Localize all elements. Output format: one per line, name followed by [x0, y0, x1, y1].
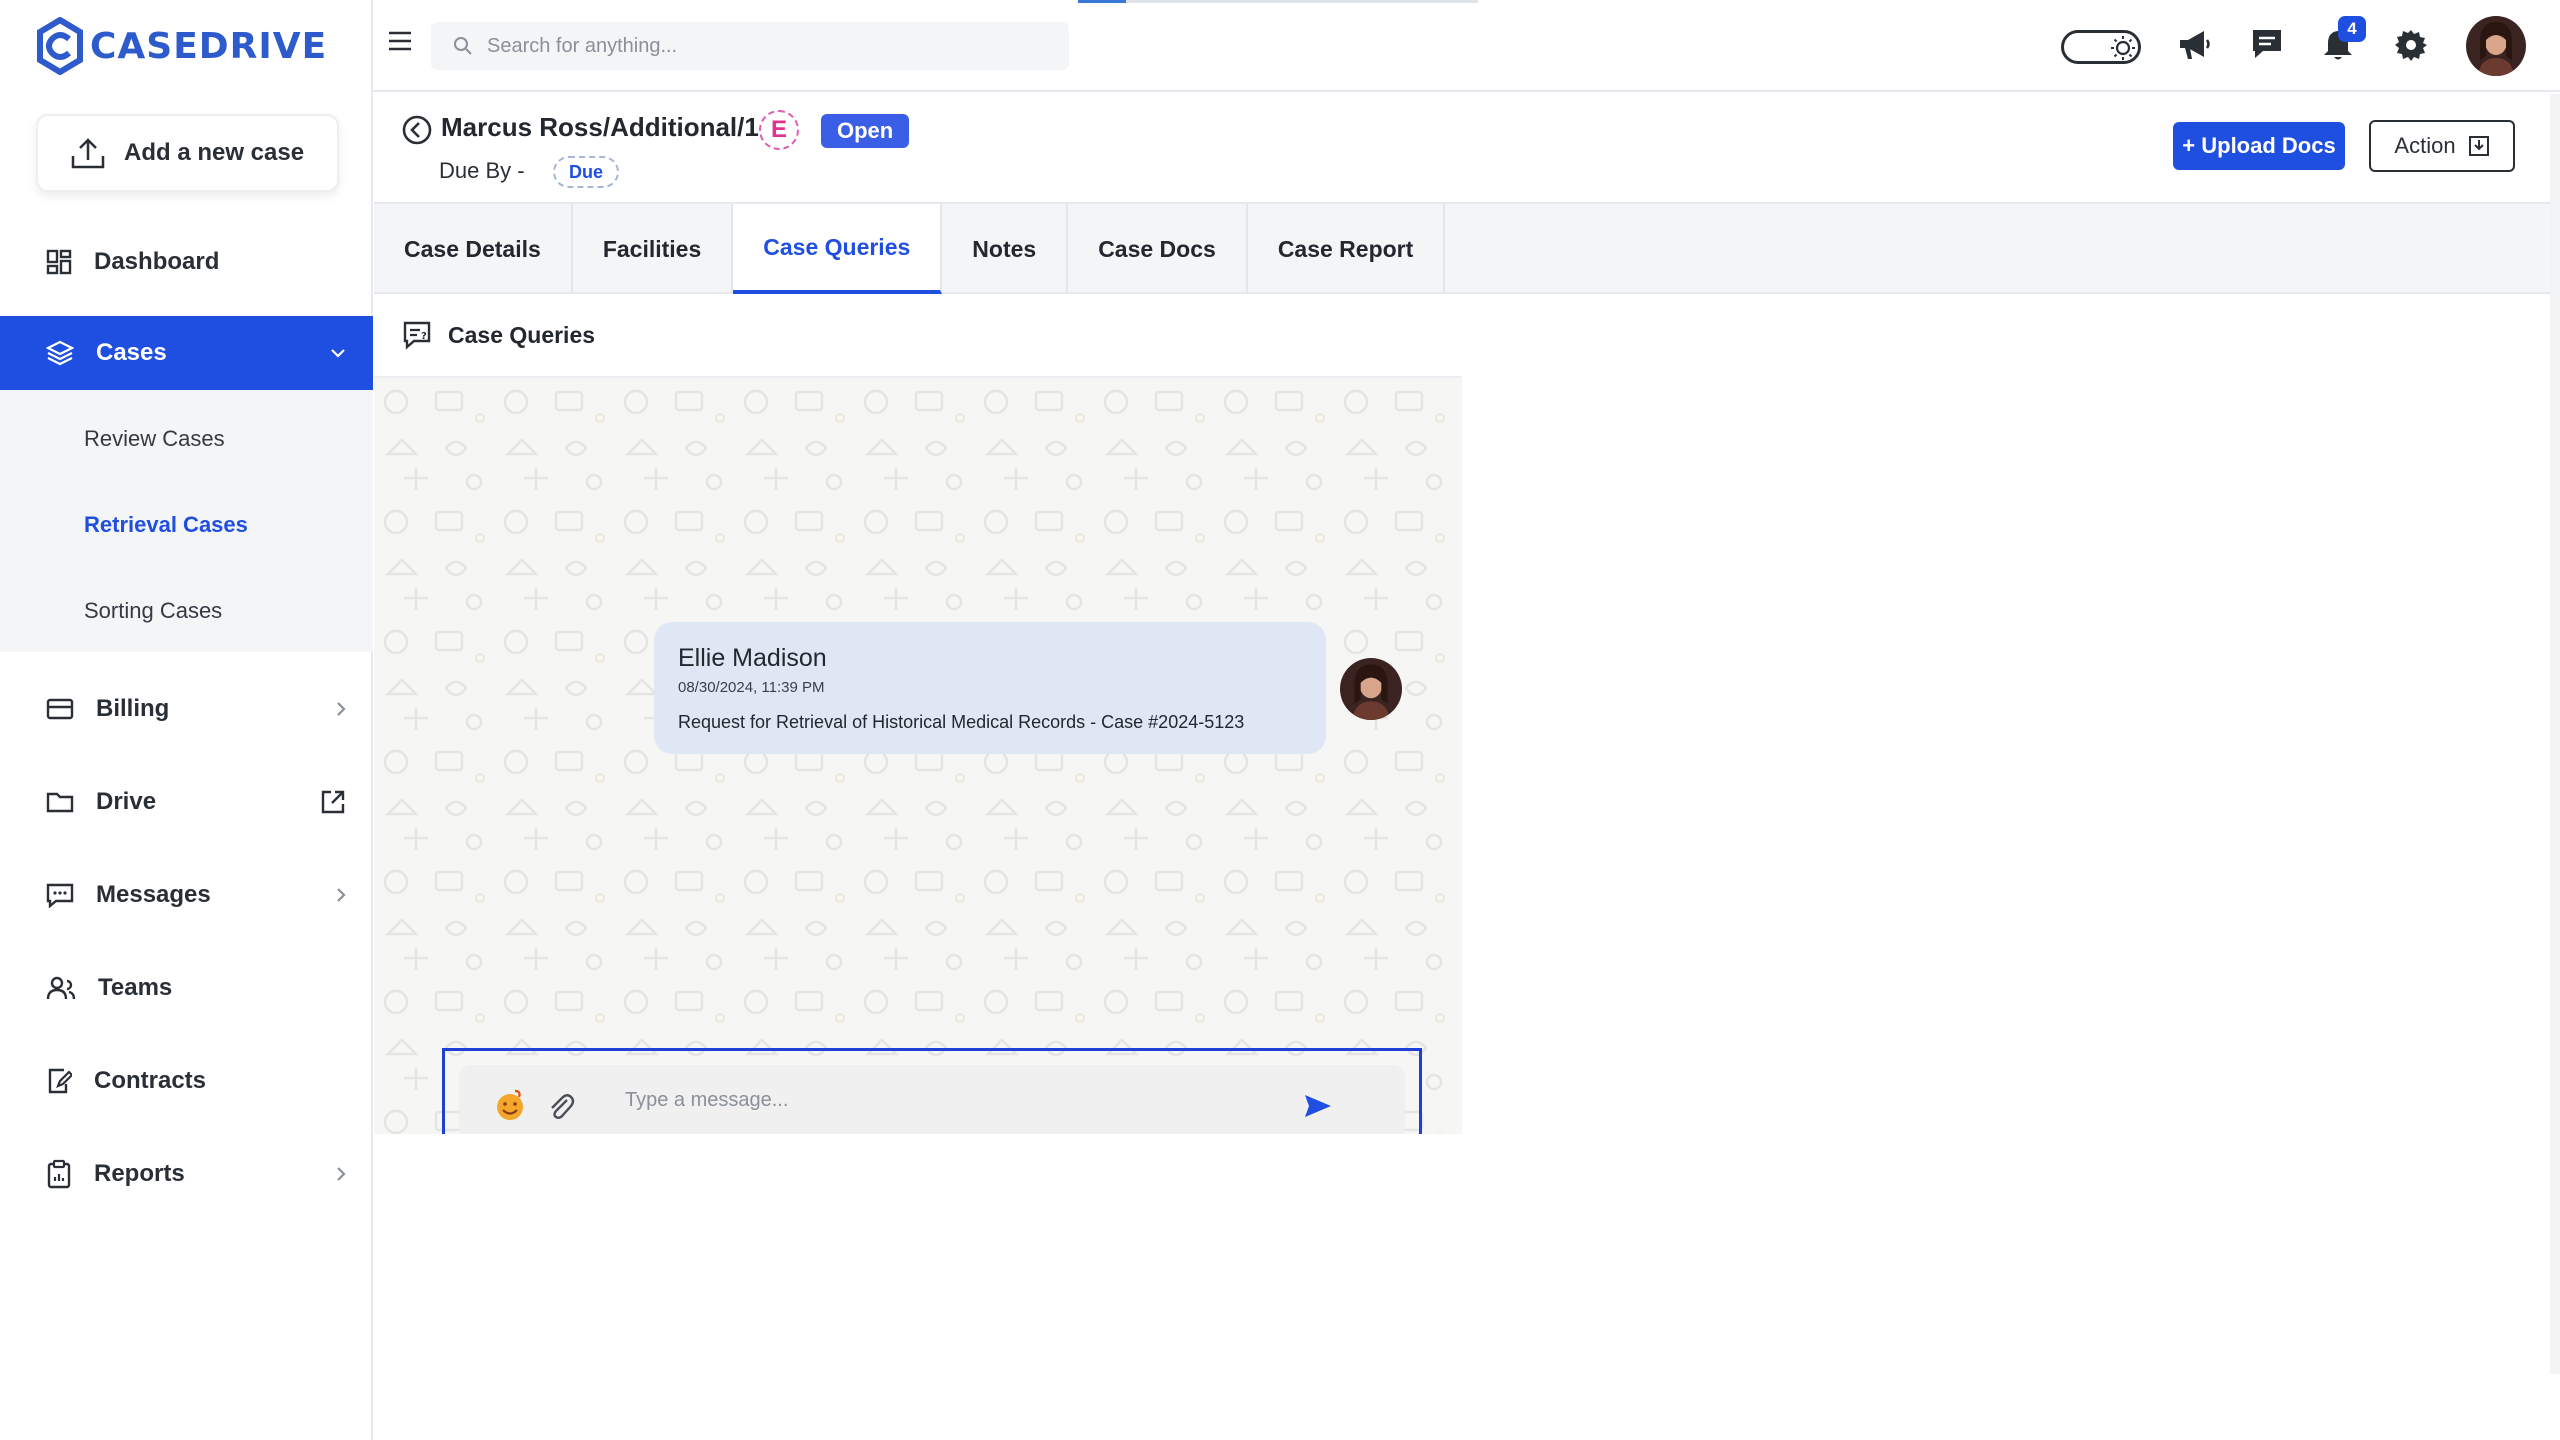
message-timestamp: 08/30/2024, 11:39 PM [678, 679, 825, 696]
submenu-item-review-cases[interactable]: Review Cases [84, 426, 225, 452]
avatar-portrait-icon [1340, 658, 1402, 720]
action-button[interactable]: Action [2369, 120, 2515, 172]
megaphone-icon[interactable] [2176, 28, 2212, 62]
avatar-portrait-icon [2466, 16, 2526, 76]
message-composer [459, 1065, 1405, 1134]
sidebar-item-label: Messages [96, 881, 211, 908]
sidebar-item-label: Billing [96, 695, 170, 722]
chat-wallpaper-doodle [374, 378, 1462, 1134]
svg-text:?: ? [421, 331, 427, 342]
panel-title: Case Queries [448, 321, 596, 348]
case-tabs: Case Details Facilities Case Queries Not… [374, 202, 2550, 294]
search-box[interactable] [431, 22, 1069, 70]
tab-case-docs[interactable]: Case Docs [1068, 204, 1248, 294]
layers-icon [46, 340, 74, 366]
submenu-item-sorting-cases[interactable]: Sorting Cases [84, 598, 222, 624]
case-header: Marcus Ross/Additional/1 E Open Due By -… [373, 94, 2560, 202]
upload-icon [71, 138, 105, 169]
back-arrow-icon[interactable] [401, 114, 433, 146]
tab-case-details[interactable]: Case Details [374, 204, 573, 294]
sun-icon [2111, 36, 2135, 60]
paperclip-icon[interactable] [547, 1090, 575, 1122]
page-load-progress-fill [1078, 0, 1126, 3]
clipboard-icon [47, 1159, 71, 1189]
sidebar-item-label: Reports [94, 1160, 185, 1187]
sidebar-item-label: Teams [98, 974, 173, 1001]
page-load-progress [1078, 0, 1478, 3]
add-case-label: Add a new case [124, 139, 305, 166]
chevron-right-icon [337, 702, 346, 716]
hamburger-menu-icon[interactable] [387, 30, 413, 52]
send-icon[interactable] [1303, 1093, 1333, 1119]
message-bubble: Ellie Madison 08/30/2024, 11:39 PM Reque… [654, 622, 1326, 754]
sidebar-item-billing[interactable]: Billing [0, 672, 373, 746]
sidebar-item-drive[interactable]: Drive [0, 765, 373, 839]
case-type-badge: E [759, 110, 799, 150]
sidebar-item-dashboard[interactable]: Dashboard [0, 225, 373, 299]
sidebar: CASEDRIVE Add a new case Dashboard Cases… [0, 0, 373, 1440]
emoji-icon[interactable] [493, 1089, 527, 1123]
due-pill[interactable]: Due [553, 156, 620, 188]
notification-badge: 4 [2338, 16, 2366, 42]
add-case-button[interactable]: Add a new case [36, 114, 339, 192]
panel-header: ? Case Queries [374, 294, 1462, 378]
page-scrollbar[interactable] [2550, 94, 2560, 1374]
tab-notes[interactable]: Notes [942, 204, 1069, 294]
chevron-right-icon [337, 888, 346, 902]
sidebar-item-teams[interactable]: Teams [0, 951, 373, 1025]
due-by-label: Due By - [439, 158, 525, 183]
query-chat-icon: ? [403, 321, 431, 350]
users-icon [46, 976, 76, 1000]
cases-submenu: Review Cases Retrieval Cases Sorting Cas… [0, 390, 373, 652]
tab-case-queries[interactable]: Case Queries [733, 204, 943, 294]
brand-name: CASEDRIVE [90, 25, 328, 67]
user-avatar[interactable] [2466, 16, 2526, 76]
tab-case-report[interactable]: Case Report [1248, 204, 1446, 294]
download-box-icon [2468, 136, 2489, 156]
sidebar-item-reports[interactable]: Reports [0, 1137, 373, 1211]
theme-toggle[interactable] [2061, 30, 2141, 64]
logo-hexagon-icon [37, 17, 83, 75]
chat-icon [46, 883, 74, 908]
message-sender: Ellie Madison [678, 644, 827, 672]
card-icon [46, 698, 74, 720]
chat-bubble-icon[interactable] [2251, 28, 2283, 60]
gear-icon[interactable] [2394, 28, 2428, 62]
top-bar [373, 0, 2560, 92]
sidebar-item-label: Dashboard [94, 248, 220, 275]
submenu-item-retrieval-cases[interactable]: Retrieval Cases [84, 512, 248, 538]
message-composer-frame [442, 1048, 1422, 1134]
case-queries-panel: ? Case Queries Ellie Madison 08/30/2024,… [374, 294, 1462, 1134]
dashboard-icon [46, 249, 72, 275]
sidebar-item-label: Contracts [94, 1067, 207, 1094]
case-title: Marcus Ross/Additional/1 [441, 112, 759, 142]
message-sender-avatar [1340, 658, 1402, 720]
upload-docs-button[interactable]: + Upload Docs [2173, 122, 2345, 170]
app-root: CASEDRIVE Add a new case Dashboard Cases… [0, 0, 2560, 1440]
chevron-right-icon [337, 1167, 346, 1181]
folder-icon [46, 792, 74, 813]
message-input[interactable] [625, 1089, 1285, 1112]
sidebar-item-label: Cases [96, 339, 167, 366]
message-text: Request for Retrieval of Historical Medi… [678, 712, 1245, 732]
brand-logo[interactable]: CASEDRIVE [36, 16, 327, 76]
status-badge: Open [821, 114, 910, 148]
chat-area[interactable]: Ellie Madison 08/30/2024, 11:39 PM Reque… [374, 378, 1462, 1134]
sidebar-item-label: Drive [96, 788, 157, 815]
external-link-icon[interactable] [319, 788, 347, 816]
sidebar-item-messages[interactable]: Messages [0, 858, 373, 932]
sidebar-item-cases[interactable]: Cases [0, 316, 373, 390]
tab-facilities[interactable]: Facilities [573, 204, 734, 294]
action-button-label: Action [2394, 133, 2456, 158]
sidebar-item-contracts[interactable]: Contracts [0, 1044, 373, 1118]
contract-icon [48, 1068, 72, 1094]
search-input[interactable] [487, 34, 1047, 58]
chevron-down-icon [331, 349, 345, 358]
search-icon [454, 37, 472, 55]
